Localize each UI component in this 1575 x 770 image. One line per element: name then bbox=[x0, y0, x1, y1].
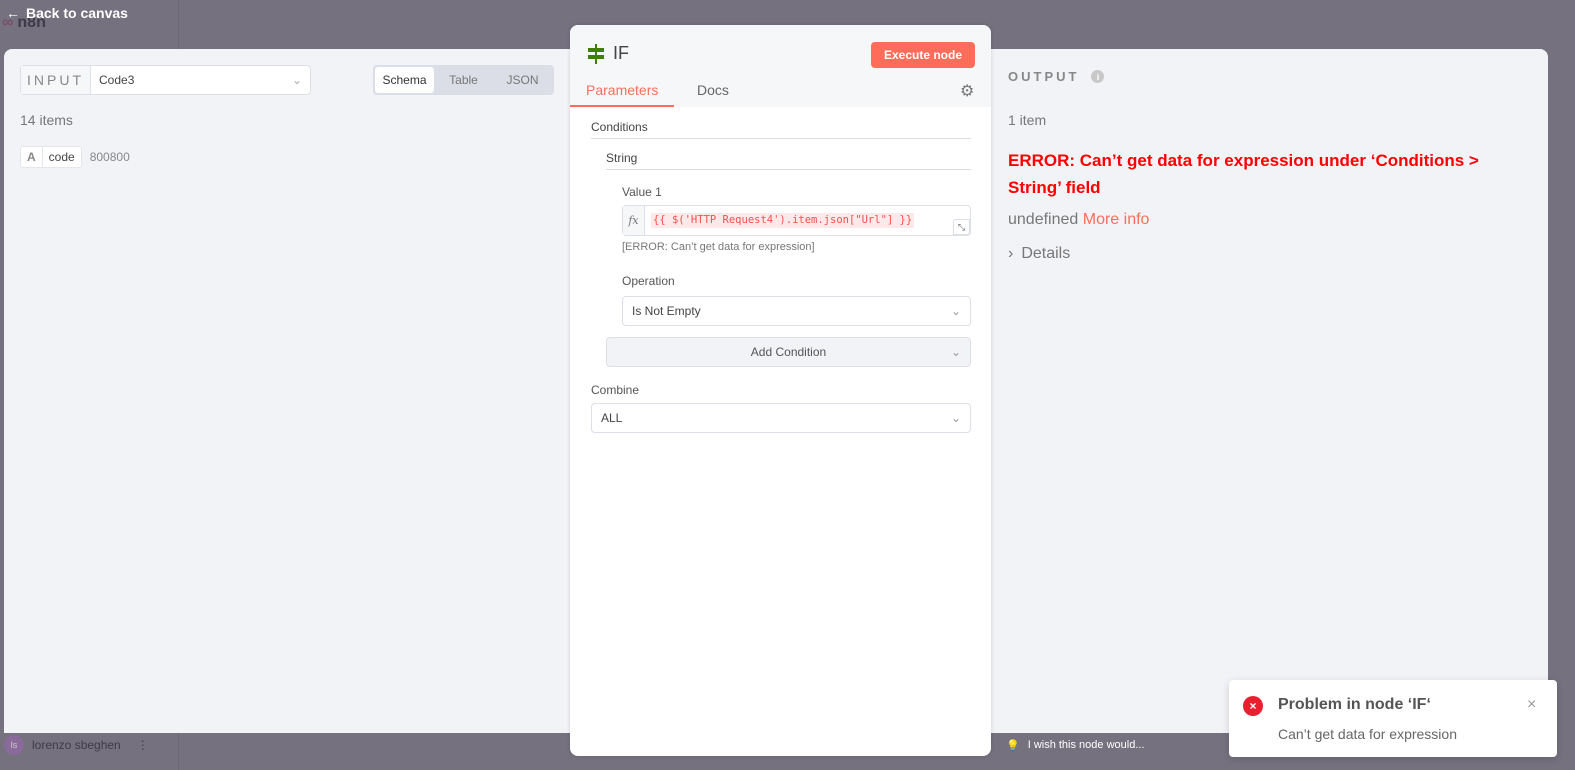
chevron-down-icon: ⌄ bbox=[950, 304, 961, 318]
toast-message: Can’t get data for expression bbox=[1278, 726, 1457, 742]
tab-json[interactable]: JSON bbox=[493, 67, 552, 93]
details-toggle[interactable]: › Details bbox=[1008, 245, 1070, 263]
string-type-icon: A bbox=[21, 147, 43, 167]
toast-title: Problem in node ‘IF‘ bbox=[1278, 696, 1431, 713]
error-icon: × bbox=[1243, 696, 1263, 716]
add-condition-button[interactable]: Add Condition ⌄ bbox=[606, 337, 971, 367]
more-vertical-icon[interactable]: ⋮ bbox=[137, 738, 149, 752]
fx-icon: fx bbox=[623, 206, 645, 235]
chevron-down-icon: ⌄ bbox=[950, 345, 961, 359]
more-info-link[interactable]: More info bbox=[1083, 211, 1150, 228]
input-label: INPUT bbox=[21, 66, 91, 94]
tab-docs[interactable]: Docs bbox=[697, 82, 729, 98]
avatar: ls bbox=[4, 735, 24, 755]
schema-field[interactable]: Acode 800800 bbox=[20, 146, 130, 168]
string-section: String bbox=[606, 151, 971, 170]
output-panel: OUTPUT i 1 item ERROR: Can’t get data for… bbox=[980, 49, 1548, 733]
node-title: IF bbox=[587, 43, 629, 64]
close-icon[interactable]: × bbox=[1527, 696, 1536, 714]
lightbulb-icon: 💡 bbox=[1006, 740, 1020, 752]
expression-error-hint: [ERROR: Can’t get data for expression] bbox=[622, 241, 815, 253]
arrow-left-icon: ← bbox=[6, 5, 20, 21]
chevron-down-icon: ⌄ bbox=[950, 411, 961, 425]
input-panel: INPUT Code3 ⌄ Schema Table JSON 14 items … bbox=[4, 49, 584, 733]
tab-schema[interactable]: Schema bbox=[375, 67, 434, 93]
chevron-right-icon: › bbox=[1008, 245, 1014, 262]
input-item-count: 14 items bbox=[20, 112, 73, 128]
error-title: ERROR: Can’t get data for expression und… bbox=[1008, 151, 1479, 197]
error-toast: × Problem in node ‘IF‘ Can’t get data fo… bbox=[1229, 680, 1557, 757]
view-tabs: Schema Table JSON bbox=[373, 65, 554, 95]
chevron-down-icon: ⌄ bbox=[291, 73, 302, 87]
user-menu[interactable]: ls lorenzo sbeghen ⋮ bbox=[4, 735, 149, 755]
conditions-section: Conditions bbox=[591, 120, 971, 139]
operation-label: Operation bbox=[622, 274, 675, 288]
feedback-link[interactable]: 💡 I wish this node would... bbox=[1006, 739, 1145, 752]
tab-table[interactable]: Table bbox=[434, 67, 493, 93]
field-name: code bbox=[48, 150, 75, 164]
divider bbox=[178, 733, 179, 770]
tab-parameters[interactable]: Parameters bbox=[570, 82, 675, 107]
divider bbox=[178, 0, 179, 49]
error-description: undefined More info bbox=[1008, 211, 1150, 228]
value1-label: Value 1 bbox=[622, 185, 662, 199]
output-label: OUTPUT i bbox=[1008, 69, 1105, 84]
combine-label: Combine bbox=[591, 383, 640, 397]
input-node-select[interactable]: INPUT Code3 ⌄ bbox=[20, 65, 311, 95]
execute-node-button[interactable]: Execute node bbox=[871, 42, 975, 68]
expression-text: {{ $('HTTP Request4').item.json["Url"] }… bbox=[651, 213, 915, 228]
if-node-icon bbox=[588, 43, 604, 64]
operation-select[interactable]: Is Not Empty ⌄ bbox=[622, 296, 971, 326]
gear-icon[interactable]: ⚙ bbox=[960, 81, 974, 101]
expand-icon[interactable]: ⤡ bbox=[953, 219, 970, 235]
combine-select[interactable]: ALL ⌄ bbox=[591, 403, 971, 433]
output-item-count: 1 item bbox=[1008, 112, 1047, 128]
input-node-value: Code3 bbox=[99, 73, 135, 87]
back-to-canvas-button[interactable]: ← Back to canvas bbox=[6, 5, 128, 21]
node-settings-panel: IF Execute node Parameters Docs ⚙ Condit… bbox=[570, 25, 991, 756]
info-icon[interactable]: i bbox=[1091, 70, 1105, 83]
field-value: 800800 bbox=[89, 150, 130, 164]
value1-expression-input[interactable]: fx {{ $('HTTP Request4').item.json["Url"… bbox=[622, 205, 971, 236]
